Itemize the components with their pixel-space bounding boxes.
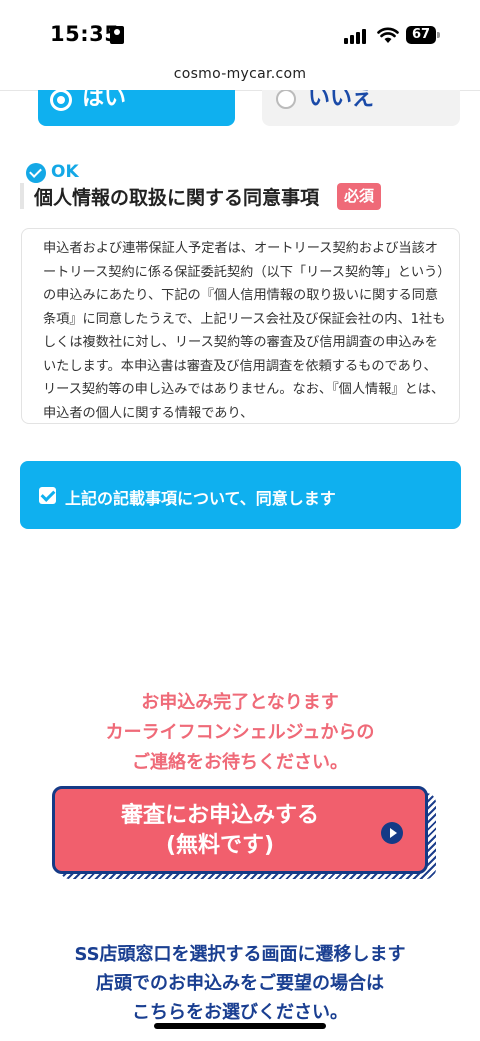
url-bar[interactable]: cosmo-mycar.com (0, 62, 480, 91)
heading-accent-bar (20, 183, 24, 209)
choice-yes-label: はい (82, 90, 127, 111)
wifi-icon (377, 27, 399, 43)
battery-level: 67 (411, 27, 431, 42)
submit-label-line-2: (無料です) (165, 833, 275, 858)
signal-icon (344, 28, 370, 44)
notice-line-1: お申込み完了となります (141, 692, 339, 713)
checkbox-checked-icon[interactable] (39, 487, 56, 504)
status-bar: 15:35 67 (0, 0, 480, 62)
section-title: 個人情報の取扱に関する同意事項 (34, 187, 320, 209)
id-card-icon (110, 26, 124, 44)
submit-label-line-1: 審査にお申込みする (120, 803, 319, 828)
submit-button[interactable]: 審査にお申込みする (無料です) (52, 786, 428, 874)
play-arrow-icon (381, 822, 403, 844)
consent-text: 申込者および連帯保証人予定者は、オートリース契約および当該オートリース契約に係る… (43, 241, 446, 421)
store-link-line-2: 店頭でのお申込みをご要望の場合は (96, 973, 384, 994)
battery-icon: 67 (406, 26, 440, 44)
ok-label: OK (51, 162, 79, 182)
home-indicator[interactable] (154, 1023, 326, 1029)
submit-label: 審査にお申込みする (無料です) (55, 801, 385, 861)
radio-unselected-icon (276, 90, 296, 109)
check-circle-icon (26, 163, 46, 183)
store-select-link[interactable]: SS店頭窓口を選択する画面に遷移します 店頭でのお申込みをご要望の場合は こちら… (0, 940, 480, 1027)
required-badge: 必須 (337, 183, 381, 210)
store-link-line-1: SS店頭窓口を選択する画面に遷移します (74, 944, 406, 965)
choice-no-label: いいえ (308, 90, 375, 111)
agree-checkbox-bar[interactable]: 上記の記載事項について、同意します (20, 461, 461, 529)
notice-line-2: カーライフコンシェルジュからの (105, 722, 375, 743)
url-text: cosmo-mycar.com (173, 66, 307, 82)
notice-line-3: ご連絡をお待ちください。 (132, 752, 348, 773)
agree-label: 上記の記載事項について、同意します (65, 489, 336, 508)
radio-selected-icon (50, 90, 72, 111)
choice-yes-button[interactable]: はい (38, 90, 235, 126)
consent-text-box[interactable]: 申込者および連帯保証人予定者は、オートリース契約および当該オートリース契約に係る… (21, 228, 460, 424)
status-time: 15:35 (50, 22, 120, 46)
completion-notice: お申込み完了となります カーライフコンシェルジュからの ご連絡をお待ちください。 (0, 688, 480, 778)
choice-no-button[interactable]: いいえ (262, 90, 460, 126)
